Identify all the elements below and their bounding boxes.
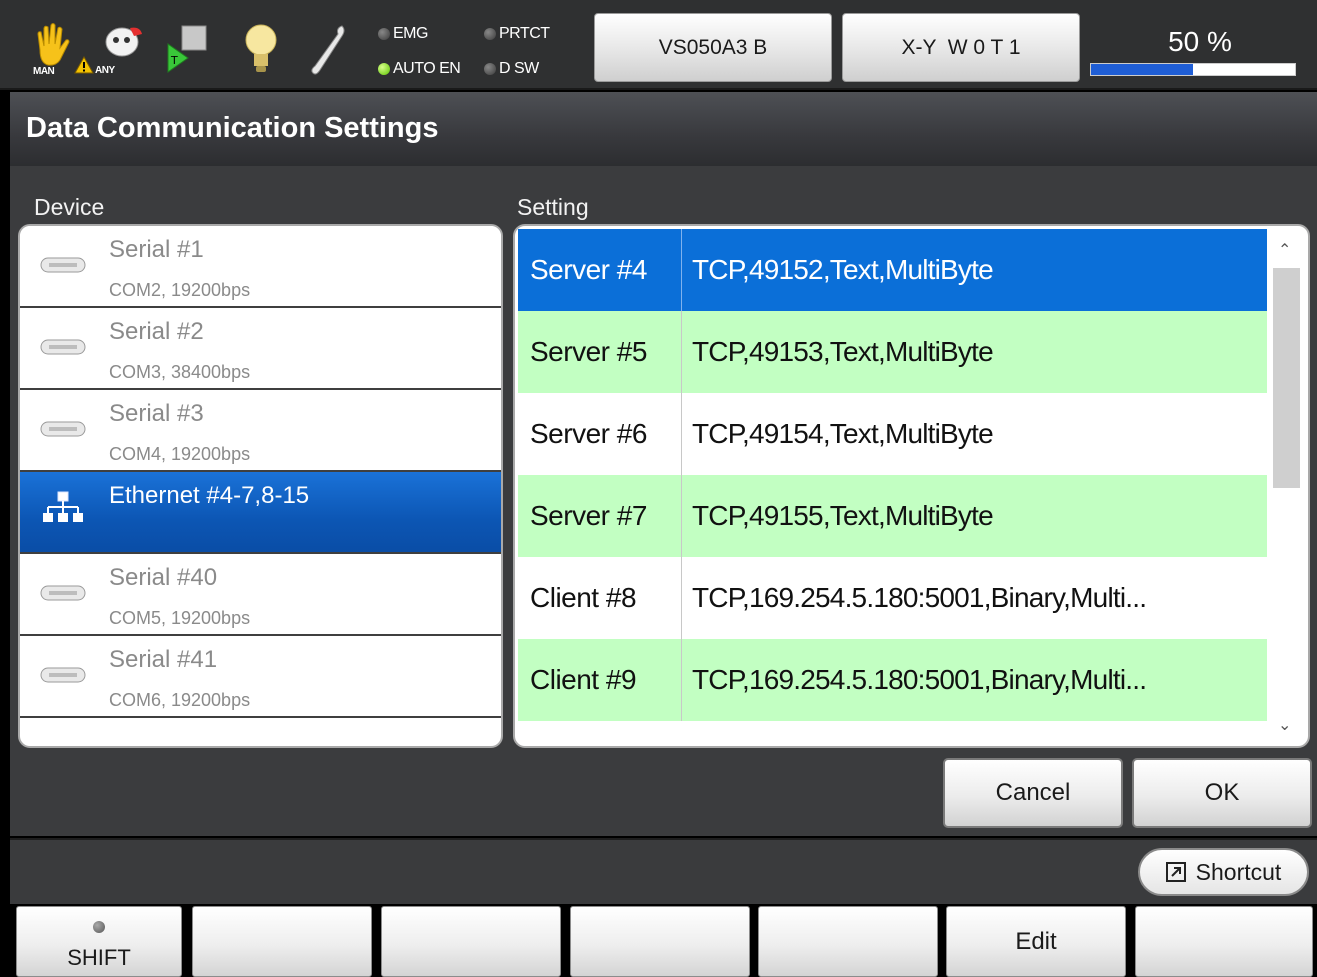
emg-label: EMG <box>393 25 428 42</box>
device-detail: COM2, 19200bps <box>109 280 251 300</box>
device-detail: COM5, 19200bps <box>109 608 251 628</box>
device-name: Serial #1 <box>109 236 204 263</box>
f5-key[interactable] <box>758 906 938 977</box>
device-item[interactable]: Serial #2 COM3, 38400bps <box>20 308 501 390</box>
wrench-icon[interactable] <box>310 22 350 83</box>
device-name: Serial #40 <box>109 564 218 591</box>
setting-value: TCP,49154,Text,MultiByte <box>692 418 994 449</box>
dsw-led <box>484 63 496 75</box>
ok-button[interactable]: OK <box>1132 758 1312 828</box>
speed-label[interactable]: 50 % <box>1130 26 1270 58</box>
f1-shift-key[interactable]: SHIFT <box>16 906 182 977</box>
robot-type-button[interactable]: VS050A3 B <box>594 13 832 82</box>
light-bulb-icon[interactable] <box>242 22 280 81</box>
dsw-label: D SW <box>499 60 539 77</box>
device-item[interactable]: Serial #1 COM2, 19200bps <box>20 226 501 308</box>
setting-row[interactable]: Server #6 TCP,49154,Text,MultiByte <box>518 393 1267 475</box>
setting-row[interactable]: Client #9 TCP,169.254.5.180:5001,Binary,M… <box>518 639 1267 721</box>
speed-bar-fill <box>1091 64 1193 75</box>
robot-status-icon[interactable] <box>100 22 146 67</box>
speed-bar[interactable] <box>1090 63 1296 76</box>
device-name: Serial #3 <box>109 400 204 427</box>
program-icon[interactable]: T <box>164 24 210 81</box>
setting-value: TCP,169.254.5.180:5001,Binary,Multi... <box>692 664 1147 695</box>
serial-port-icon <box>40 338 86 361</box>
cancel-button[interactable]: Cancel <box>943 758 1123 828</box>
page-title: Data Communication Settings <box>26 112 439 144</box>
shift-label: SHIFT <box>67 945 131 970</box>
setting-value: TCP,49152,Text,MultiByte <box>692 254 994 285</box>
setting-column-label: Setting <box>517 194 589 220</box>
mode-label: MAN <box>33 66 55 77</box>
setting-name: Client #8 <box>518 557 682 639</box>
setting-value: TCP,49155,Text,MultiByte <box>692 500 994 531</box>
setting-name: Server #6 <box>518 393 682 475</box>
f6-edit-key[interactable]: Edit <box>946 906 1126 977</box>
serial-port-icon <box>40 256 86 279</box>
scroll-down-icon[interactable]: ⌄ <box>1278 715 1291 735</box>
dsw-indicator: D SW <box>484 60 539 78</box>
emg-led <box>378 28 390 40</box>
f4-key[interactable] <box>570 906 750 977</box>
device-list[interactable]: Serial #1 COM2, 19200bps Serial #2 COM3, 38… <box>18 224 503 748</box>
coordinate-button[interactable]: X-Y W 0 T 1 <box>842 13 1080 82</box>
setting-name: Client #9 <box>518 639 682 721</box>
setting-name: Server #5 <box>518 311 682 393</box>
scrollbar-thumb[interactable] <box>1273 268 1300 488</box>
auto-en-led <box>378 63 390 75</box>
setting-list[interactable]: Server #4 TCP,49152,Text,MultiByte Server … <box>513 224 1310 748</box>
setting-row[interactable]: Server #4 TCP,49152,Text,MultiByte <box>518 229 1267 311</box>
setting-value: TCP,49153,Text,MultiByte <box>692 336 994 367</box>
shortcut-label: Shortcut <box>1195 858 1282 885</box>
auto-en-indicator: AUTO EN <box>378 60 461 78</box>
status-bar: MAN ANY T EMG PRTCT AUTO EN D SW VS050A3… <box>0 0 1317 90</box>
shortcut-strip: Shortcut <box>10 838 1317 904</box>
scroll-up-icon[interactable]: ⌃ <box>1278 240 1291 260</box>
device-detail: COM4, 19200bps <box>109 444 251 464</box>
shortcut-icon <box>1165 862 1186 882</box>
ethernet-icon <box>40 490 86 535</box>
prtct-indicator: PRTCT <box>484 25 550 43</box>
setting-row[interactable]: Client #8 TCP,169.254.5.180:5001,Binary,M… <box>518 557 1267 639</box>
title-bar: Data Communication Settings <box>10 92 1317 166</box>
main-content: Device Setting Serial #1 COM2, 19200bps Se… <box>10 166 1317 836</box>
serial-port-icon <box>40 584 86 607</box>
setting-name: Server #4 <box>518 229 682 311</box>
device-name: Ethernet #4-7,8-15 <box>109 482 310 509</box>
f7-key[interactable] <box>1135 906 1313 977</box>
device-item[interactable]: Serial #3 COM4, 19200bps <box>20 390 501 472</box>
f2-key[interactable] <box>192 906 372 977</box>
emg-indicator: EMG <box>378 25 428 43</box>
svg-text:T: T <box>170 54 178 67</box>
setting-value: TCP,169.254.5.180:5001,Binary,Multi... <box>692 582 1147 613</box>
prtct-label: PRTCT <box>499 25 550 42</box>
warning-icon <box>74 55 94 79</box>
scrollbar[interactable]: ⌃ ⌄ <box>1272 234 1300 739</box>
prtct-led <box>484 28 496 40</box>
setting-row[interactable]: Server #7 TCP,49155,Text,MultiByte <box>518 475 1267 557</box>
device-detail: COM3, 38400bps <box>109 362 251 382</box>
device-column-label: Device <box>34 194 105 220</box>
device-item[interactable]: Serial #41 COM6, 19200bps <box>20 636 501 718</box>
setting-row[interactable]: Server #5 TCP,49153,Text,MultiByte <box>518 311 1267 393</box>
device-detail: COM6, 19200bps <box>109 690 251 710</box>
shortcut-button[interactable]: Shortcut <box>1138 848 1309 896</box>
device-item[interactable]: Serial #40 COM5, 19200bps <box>20 554 501 636</box>
serial-port-icon <box>40 666 86 689</box>
setting-name: Server #7 <box>518 475 682 557</box>
serial-port-icon <box>40 420 86 443</box>
device-name: Serial #2 <box>109 318 204 345</box>
shift-led <box>93 921 105 933</box>
auto-en-label: AUTO EN <box>393 60 461 77</box>
device-item[interactable]: Ethernet #4-7,8-15 <box>20 472 501 554</box>
device-name: Serial #41 <box>109 646 218 673</box>
function-key-bar: SHIFT Edit <box>0 904 1317 977</box>
f3-key[interactable] <box>381 906 561 977</box>
